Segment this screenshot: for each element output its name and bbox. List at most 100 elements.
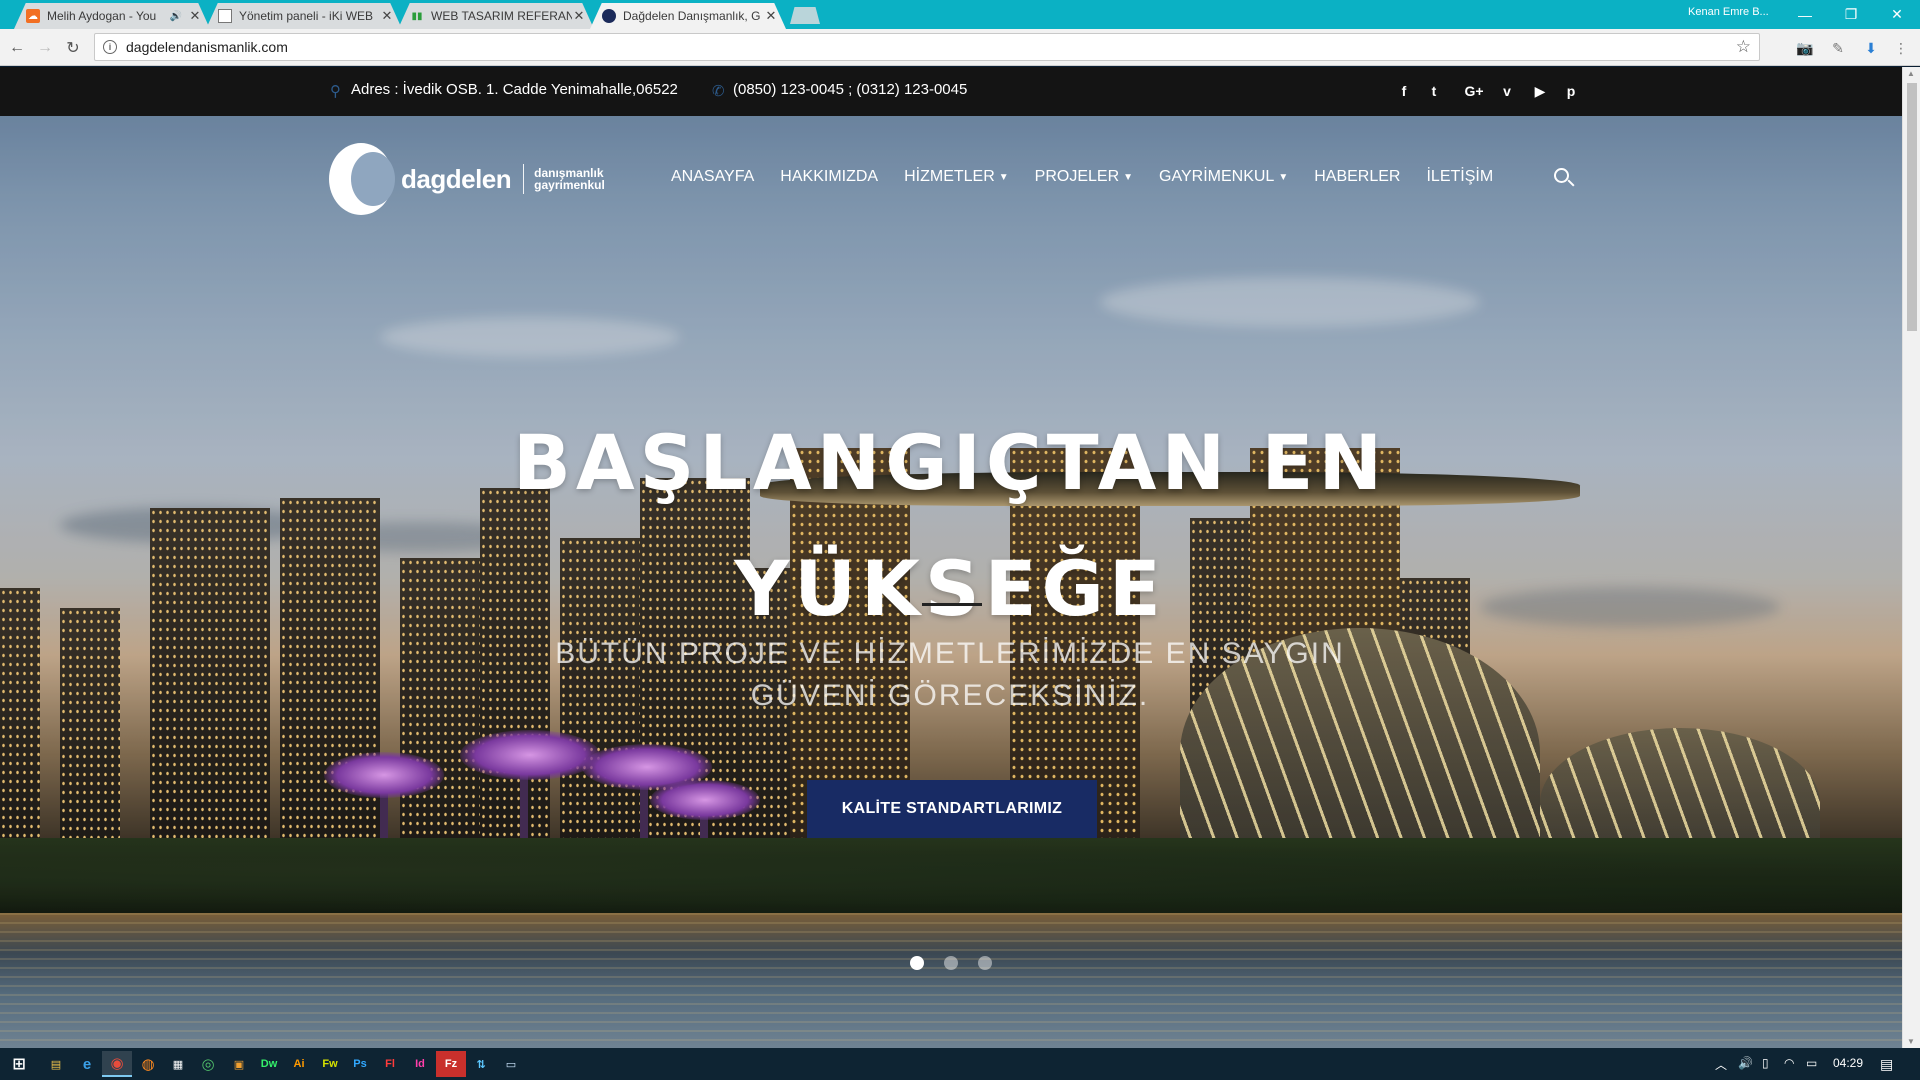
notepad-icon[interactable]: ▦ [163,1051,193,1077]
nav-hizmetler[interactable]: HİZMETLER ▼ [904,168,1009,186]
tab-yonetim-paneli[interactable]: Yönetim paneli - iKi WEB ✕ [206,3,402,29]
pinterest-icon[interactable]: p [1560,82,1582,100]
logo-wordmark: dagdelen [401,163,512,194]
scrollbar-thumb[interactable] [1907,83,1917,331]
illustrator-icon[interactable]: Ai [284,1051,314,1077]
menu-kebab-icon[interactable]: ⋮ [1888,35,1914,61]
globe-icon[interactable]: ◎ [193,1051,223,1077]
page-icon [218,9,232,23]
windows-start-icon[interactable]: ⊞ [4,1051,34,1077]
close-icon[interactable]: ✕ [380,8,394,24]
tab-web-tasarim[interactable]: ▮▮ WEB TASARIM REFERANS ✕ [398,3,594,29]
new-tab-button[interactable] [790,7,820,24]
indesign-icon[interactable]: Id [405,1051,435,1077]
minimize-icon[interactable]: — [1782,0,1828,29]
nav-gayrimenkul[interactable]: GAYRİMENKUL ▼ [1159,168,1288,186]
vimeo-icon[interactable]: v [1496,82,1518,100]
slider-dots [910,956,1012,970]
scroll-down-icon[interactable]: ▼ [1907,1037,1915,1046]
tab-title: Melih Aydogan - You [47,9,157,23]
logo-divider [523,164,525,194]
search-icon[interactable] [1554,168,1575,188]
nav-anasayfa[interactable]: ANASAYFA [671,168,754,186]
notifications-icon[interactable]: ▤ [1880,1056,1893,1073]
tab-dagdelen[interactable]: Dağdelen Danışmanlık, G ✕ [590,3,786,29]
map-pin-icon: ⚲ [330,82,341,100]
photoshop-icon[interactable]: Ps [345,1051,375,1077]
hero-subline: BÜTÜN PROJE VE HİZMETLERİMİZDE EN SAYGIN… [555,637,1345,712]
filezilla-icon[interactable]: Fz [436,1051,466,1077]
forward-icon[interactable]: → [32,35,58,61]
address-info: ⚲ Adres : İvedik OSB. 1. Cadde Yenimahal… [330,81,678,100]
clock[interactable]: 04:29 [1833,1056,1863,1070]
settings-app-icon[interactable]: ▣ [224,1051,254,1077]
volume-icon[interactable]: 🔊 [1738,1056,1753,1070]
google-plus-icon[interactable]: G+ [1459,82,1489,100]
nav-projeler[interactable]: PROJELER ▼ [1035,168,1133,186]
logo-mark-icon [329,143,395,215]
window-close-icon[interactable]: ✕ [1874,0,1920,29]
slider-dot-1[interactable] [910,956,924,970]
site-logo[interactable]: dagdelen danışmanlık gayrimenkul [329,143,605,215]
profile-name[interactable]: Kenan Emre B... [1688,6,1769,18]
top-info-bar: ⚲ Adres : İvedik OSB. 1. Cadde Yenimahal… [0,67,1902,116]
usb-icon[interactable]: ▯ [1762,1056,1769,1070]
restore-icon[interactable]: ❐ [1828,0,1874,29]
chevron-down-icon: ▼ [1123,171,1134,183]
chevron-down-icon: ▼ [998,171,1009,183]
battery-icon[interactable]: ▭ [1806,1056,1817,1070]
close-icon[interactable]: ✕ [188,8,202,24]
hero-headline: BAŞLANGIÇTAN EN YÜKSEĞE [512,418,1388,633]
page-viewport: ⚲ Adres : İvedik OSB. 1. Cadde Yenimahal… [0,67,1902,1048]
browser-toolbar: ← → ↻ i dagdelendanismanlik.com ☆ 📷 ✎ ⬇ … [0,29,1920,66]
url-text: dagdelendanismanlik.com [126,39,288,55]
eyedropper-icon[interactable]: ✎ [1825,35,1851,61]
tab-melih-aydogan[interactable]: ☁ Melih Aydogan - You 🔊 ✕ [14,3,210,29]
back-icon[interactable]: ← [4,35,30,61]
tab-title: WEB TASARIM REFERANS [431,9,572,23]
quality-standards-button[interactable]: KALİTE STANDARTLARIMIZ [807,780,1097,838]
twitter-icon[interactable]: t [1423,82,1445,100]
facebook-icon[interactable]: f [1393,82,1415,100]
phone-info: ✆ (0850) 123-0045 ; (0312) 123-0045 [712,81,968,100]
nav-iletisim[interactable]: İLETİŞİM [1426,168,1493,186]
scroll-up-icon[interactable]: ▲ [1907,69,1915,78]
nav-hakkimizda[interactable]: HAKKIMIZDA [780,168,878,186]
camera-icon[interactable]: 📷 [1792,35,1818,61]
window-app-icon[interactable]: ▭ [496,1051,526,1077]
slider-dot-3[interactable] [978,956,992,970]
firefox-icon[interactable]: ◍ [133,1051,163,1077]
edge-icon[interactable]: e [72,1051,102,1077]
chrome-icon[interactable]: ◉ [102,1051,132,1077]
hero-divider [922,603,982,606]
browser-tabstrip: ☁ Melih Aydogan - You 🔊 ✕ Yönetim paneli… [0,0,1920,29]
tab-title: Yönetim paneli - iKi WEB [239,9,374,23]
chart-icon: ▮▮ [411,10,423,22]
address-bar[interactable]: i dagdelendanismanlik.com ☆ [94,33,1760,61]
tab-title: Dağdelen Danışmanlık, G [623,9,761,23]
address-text: Adres : İvedik OSB. 1. Cadde Yenimahalle… [351,81,678,98]
tray-chevron-icon[interactable]: ︿ [1715,1056,1727,1073]
nav-haberler[interactable]: HABERLER [1314,168,1400,186]
page-scrollbar[interactable]: ▲ ▼ [1902,67,1920,1048]
slider-dot-2[interactable] [944,956,958,970]
download-icon[interactable]: ⬇ [1858,35,1884,61]
bookmark-star-icon[interactable]: ☆ [1736,37,1751,57]
windows-taskbar: ⊞ ▤ e ◉ ◍ ▦ ◎ ▣ Dw Ai Fw Ps Fl Id Fz ⇅ ▭… [0,1048,1920,1080]
main-nav: ANASAYFA HAKKIMIZDA HİZMETLER ▼ PROJELER ▼… [671,168,1519,186]
speaker-icon[interactable]: 🔊 [170,11,182,22]
dagdelen-favicon [602,9,616,23]
close-icon[interactable]: ✕ [764,8,778,24]
reload-icon[interactable]: ↻ [60,35,86,61]
close-icon[interactable]: ✕ [572,8,586,24]
logo-tagline: danışmanlık gayrimenkul [534,166,605,192]
dreamweaver-icon[interactable]: Dw [254,1051,284,1077]
info-icon[interactable]: i [103,40,117,54]
fireworks-icon[interactable]: Fw [315,1051,345,1077]
flash-icon[interactable]: Fl [375,1051,405,1077]
wifi-icon[interactable]: ◠ [1784,1056,1794,1070]
file-explorer-icon[interactable]: ▤ [41,1051,71,1077]
youtube-icon[interactable]: ▶ [1529,82,1551,100]
phone-text: (0850) 123-0045 ; (0312) 123-0045 [733,81,968,98]
network-app-icon[interactable]: ⇅ [466,1051,496,1077]
